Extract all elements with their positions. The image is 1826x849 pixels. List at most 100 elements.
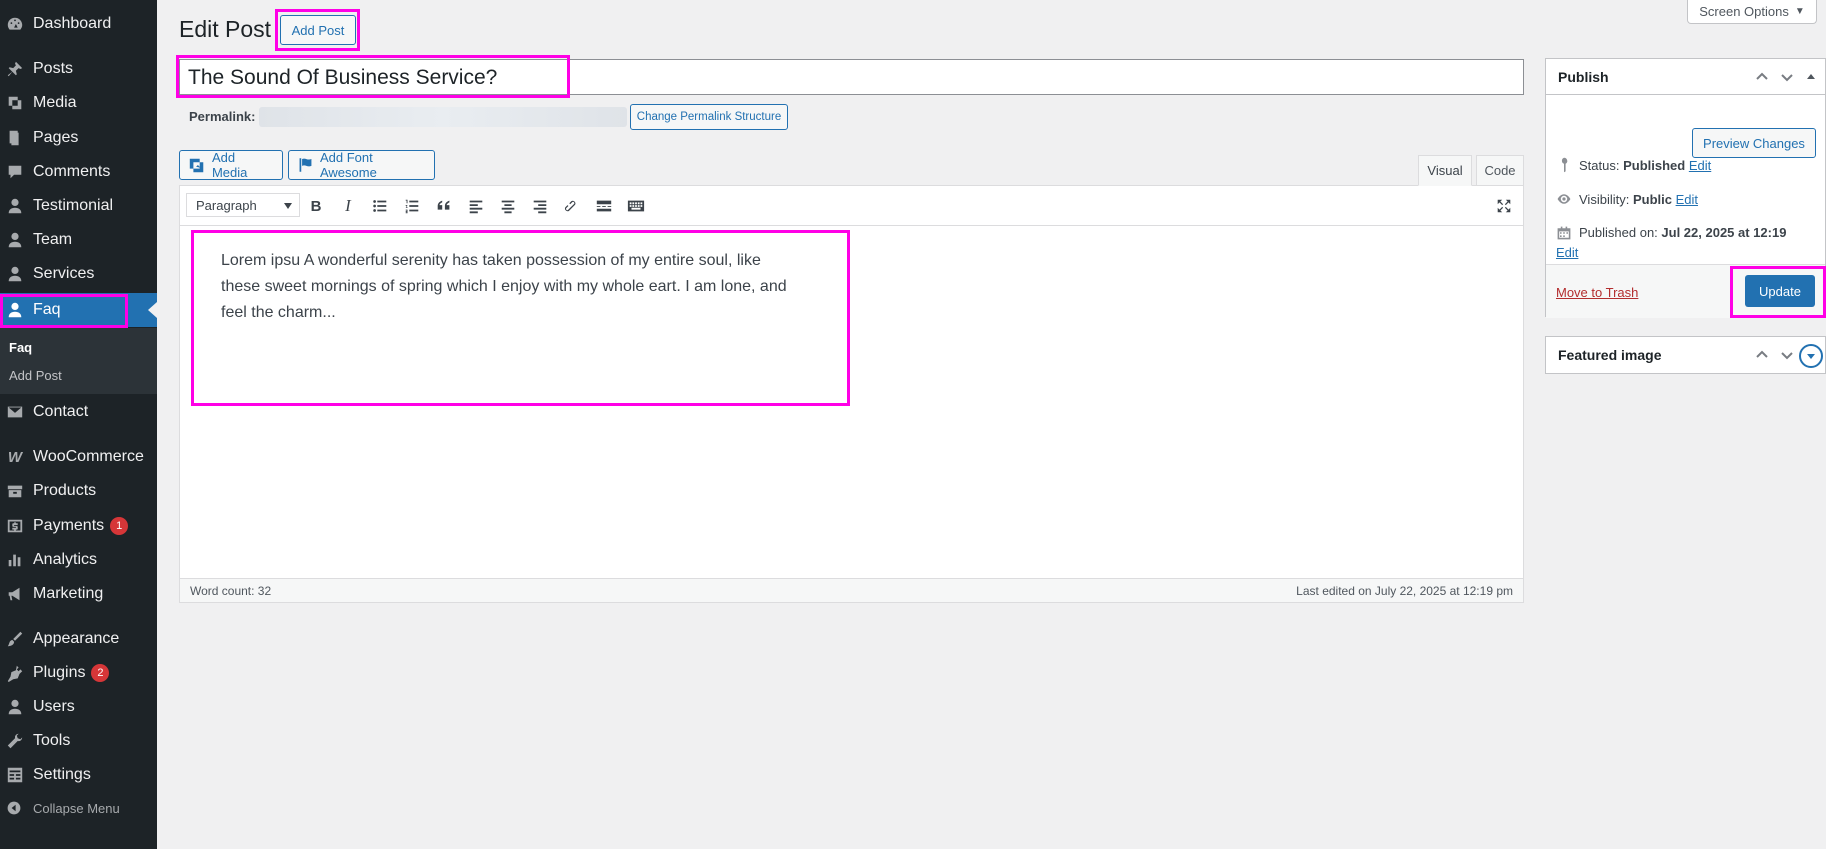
edit-visibility-link[interactable]: Edit <box>1676 192 1698 207</box>
wrench-icon <box>5 731 25 751</box>
sidebar-item-media[interactable]: Media <box>0 86 157 120</box>
update-button[interactable]: Update <box>1745 275 1815 307</box>
bold-icon[interactable]: B <box>305 195 327 217</box>
add-font-awesome-button[interactable]: Add Font Awesome <box>288 150 435 180</box>
chevron-up-icon[interactable] <box>1753 346 1771 364</box>
comments-icon <box>5 162 25 182</box>
users-icon <box>5 697 25 717</box>
publish-box-header: Publish <box>1546 59 1825 95</box>
pin-icon <box>5 59 25 79</box>
italic-icon[interactable]: I <box>337 195 359 217</box>
pin-icon <box>1561 157 1568 173</box>
sidebar-item-products[interactable]: Products <box>0 474 157 508</box>
flag-icon <box>299 158 312 172</box>
align-center-icon[interactable] <box>497 195 519 217</box>
change-permalink-button[interactable]: Change Permalink Structure <box>630 104 788 130</box>
caret-down-icon <box>284 203 292 209</box>
featured-image-header: Featured image <box>1546 337 1825 373</box>
submenu-item-add-post[interactable]: Add Post <box>9 368 62 383</box>
edit-date-link[interactable]: Edit <box>1556 245 1578 260</box>
move-to-trash-link[interactable]: Move to Trash <box>1556 285 1638 300</box>
admin-sidebar: Dashboard Posts Media Pages Comments Tes… <box>0 0 157 849</box>
sidebar-item-woocommerce[interactable]: W WooCommerce <box>0 440 157 474</box>
last-edited: Last edited on July 22, 2025 at 12:19 pm <box>1296 584 1513 598</box>
tab-code[interactable]: Code <box>1476 155 1524 186</box>
sidebar-item-payments[interactable]: Payments 1 <box>0 509 157 543</box>
featured-image-box: Featured image <box>1545 336 1826 374</box>
toggle-panel-icon[interactable] <box>1799 344 1823 368</box>
sidebar-item-dashboard[interactable]: Dashboard <box>0 7 157 41</box>
sidebar-item-marketing[interactable]: Marketing <box>0 577 157 611</box>
blockquote-icon[interactable] <box>433 195 455 217</box>
sidebar-item-comments[interactable]: Comments <box>0 155 157 189</box>
collapse-menu-button[interactable]: Collapse Menu <box>0 798 157 818</box>
word-count: Word count: 32 <box>190 584 272 598</box>
keyboard-icon[interactable] <box>625 195 647 217</box>
collapse-arrow-icon <box>5 799 23 817</box>
sidebar-item-tools[interactable]: Tools <box>0 724 157 758</box>
status-row: Status: Published Edit <box>1556 157 1711 173</box>
archive-icon <box>5 481 25 501</box>
sidebar-item-analytics[interactable]: Analytics <box>0 543 157 577</box>
settings-icon <box>5 765 25 785</box>
fullscreen-icon[interactable] <box>1493 195 1515 217</box>
toggle-panel-icon[interactable] <box>1802 68 1820 86</box>
sidebar-item-posts[interactable]: Posts <box>0 52 157 86</box>
content-editor: Paragraph B I Lorem ipsu A wonderful ser… <box>179 185 1524 603</box>
sidebar-item-services[interactable]: Services <box>0 257 157 291</box>
publish-box: Publish Preview Changes Status: Publishe… <box>1545 58 1826 318</box>
align-right-icon[interactable] <box>529 195 551 217</box>
align-left-icon[interactable] <box>465 195 487 217</box>
woo-icon: W <box>7 448 23 466</box>
visibility-row: Visibility: Public Edit <box>1556 191 1698 207</box>
media-icon <box>5 93 25 113</box>
screen-options-button[interactable]: Screen Options ▼ <box>1687 0 1817 24</box>
editor-toolbar: Paragraph B I <box>180 186 1523 226</box>
sidebar-item-pages[interactable]: Pages <box>0 121 157 155</box>
user-icon <box>5 230 25 250</box>
calendar-icon <box>1557 226 1571 240</box>
submenu-item-faq[interactable]: Faq <box>9 340 32 355</box>
sidebar-item-users[interactable]: Users <box>0 690 157 724</box>
tab-visual[interactable]: Visual <box>1418 155 1472 186</box>
sidebar-item-testimonial[interactable]: Testimonial <box>0 189 157 223</box>
editor-content[interactable]: Lorem ipsu A wonderful serenity has take… <box>221 248 791 326</box>
chevron-down-icon[interactable] <box>1778 346 1796 364</box>
post-title-input[interactable]: The Sound Of Business Service? <box>179 59 1524 95</box>
pages-icon <box>5 128 25 148</box>
bar-chart-icon <box>5 550 25 570</box>
plugins-count-badge: 2 <box>91 664 110 682</box>
edit-status-link[interactable]: Edit <box>1689 158 1711 173</box>
sidebar-item-team[interactable]: Team <box>0 223 157 257</box>
user-icon <box>5 300 25 320</box>
format-select[interactable]: Paragraph <box>186 193 300 217</box>
chevron-down-icon[interactable] <box>1778 68 1796 86</box>
sidebar-item-settings[interactable]: Settings <box>0 758 157 792</box>
read-more-icon[interactable] <box>593 195 615 217</box>
sidebar-item-appearance[interactable]: Appearance <box>0 622 157 656</box>
add-post-button[interactable]: Add Post <box>280 15 356 45</box>
numbered-list-icon[interactable] <box>401 195 423 217</box>
sidebar-item-faq[interactable]: Faq <box>0 293 157 327</box>
page-title: Edit Post <box>179 16 272 42</box>
dollar-icon <box>5 516 25 536</box>
dashboard-icon <box>5 14 25 34</box>
preview-changes-button[interactable]: Preview Changes <box>1692 128 1816 158</box>
eye-icon <box>1557 194 1571 204</box>
plug-icon <box>5 663 25 683</box>
brush-icon <box>5 629 25 649</box>
sidebar-item-plugins[interactable]: Plugins 2 <box>0 656 157 690</box>
chevron-up-icon[interactable] <box>1753 68 1771 86</box>
faq-submenu: Faq Add Post <box>0 328 157 394</box>
permalink-label: Permalink: <box>189 109 256 124</box>
permalink-url-blurred[interactable] <box>259 107 627 127</box>
media-icon <box>189 158 204 173</box>
add-media-button[interactable]: Add Media <box>179 150 283 180</box>
user-icon <box>5 264 25 284</box>
link-icon[interactable] <box>561 195 583 217</box>
sidebar-item-contact[interactable]: Contact <box>0 395 157 429</box>
caret-down-icon: ▼ <box>1794 6 1805 17</box>
bullet-list-icon[interactable] <box>369 195 391 217</box>
user-icon <box>5 196 25 216</box>
publish-actions: Move to Trash Update <box>1546 264 1825 318</box>
